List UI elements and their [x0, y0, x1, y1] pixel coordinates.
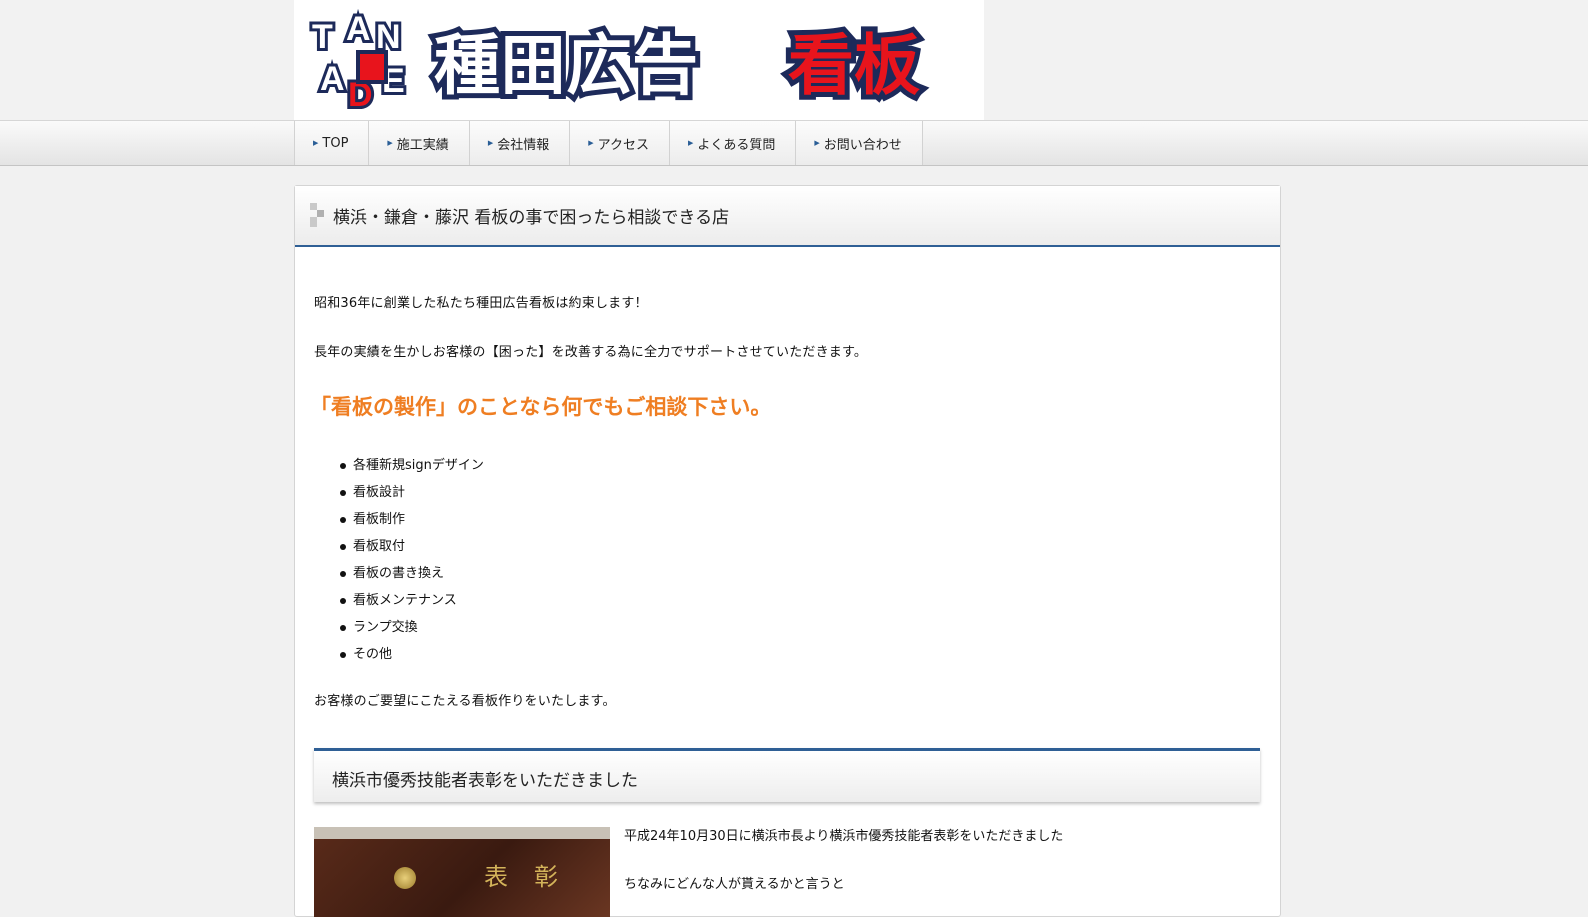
nav-item-works[interactable]: ▶ 施工実績	[369, 121, 470, 165]
nav-item-top[interactable]: ▶ TOP	[295, 121, 370, 165]
award-text-2: ちなみにどんな人が貰えるかと言うと	[624, 877, 845, 892]
triangle-right-icon: ▶	[588, 139, 594, 147]
logo-graphic: T A N A D E 種田広告 看板	[309, 7, 925, 117]
main-content: 横浜・鎌倉・藤沢 看板の事で困ったら相談できる店 昭和36年に創業した私たち種田…	[294, 185, 1281, 917]
main-heading-bar: 横浜・鎌倉・藤沢 看板の事で困ったら相談できる店	[295, 186, 1280, 247]
bullet-icon	[340, 652, 346, 658]
nav-item-company[interactable]: ▶ 会社情報	[469, 121, 571, 165]
logo-letter-t: T	[312, 18, 333, 56]
list-item: 看板の書き換え	[340, 560, 484, 587]
bullet-icon	[340, 598, 346, 604]
award-plate-text: 表彰	[484, 863, 584, 891]
nav-item-label: アクセス	[597, 137, 649, 153]
list-item: 看板取付	[340, 533, 484, 560]
bullet-icon	[340, 490, 346, 496]
list-item: その他	[340, 641, 484, 668]
list-item: 看板メンテナンス	[340, 587, 484, 614]
catch-copy: 「看板の製作」のことなら何でもご相談下さい。	[310, 395, 772, 419]
intro-text-2: 長年の実績を生かしお客様の【困った】を改善する為に全力でサポートさせていただきま…	[314, 345, 868, 360]
closing-text: お客様のご要望にこたえる看板作りをいたします。	[314, 694, 616, 709]
list-item: 看板制作	[340, 506, 484, 533]
nav-item-contact[interactable]: ▶ お問い合わせ	[796, 121, 923, 165]
global-nav: ▶ TOP ▶ 施工実績 ▶ 会社情報 ▶ アクセス ▶ よくある質問 ▶ お問い合わせ	[294, 121, 1281, 165]
logo-name-red: 看板	[788, 27, 920, 104]
page-title: 横浜・鎌倉・藤沢 看板の事で困ったら相談できる店	[333, 208, 730, 228]
bullet-icon	[340, 625, 346, 631]
list-item: 看板設計	[340, 479, 484, 506]
nav-item-access[interactable]: ▶ アクセス	[570, 121, 670, 165]
award-heading-bar: 横浜市優秀技能者表彰をいただきました	[314, 748, 1260, 802]
list-item: ランプ交換	[340, 614, 484, 641]
bullet-icon	[340, 544, 346, 550]
list-item: 各種新規signデザイン	[340, 452, 484, 479]
logo-name-black: 種田広告	[434, 27, 698, 104]
triangle-right-icon: ▶	[814, 139, 820, 147]
nav-item-label: 会社情報	[497, 137, 550, 153]
header: T A N A D E 種田広告 看板	[0, 0, 1588, 120]
triangle-right-icon: ▶	[687, 139, 694, 147]
global-nav-bar: ▶ TOP ▶ 施工実績 ▶ 会社情報 ▶ アクセス ▶ よくある質問 ▶ お問い合わせ	[0, 120, 1588, 166]
nav-item-label: TOP	[322, 135, 349, 151]
logo-letter-a: A	[346, 10, 371, 48]
triangle-right-icon: ▶	[487, 139, 494, 147]
service-list: 各種新規signデザイン 看板設計 看板制作 看板取付 看板の書き換え 看板メン…	[340, 452, 484, 668]
award-text-1: 平成24年10月30日に横浜市長より横浜市優秀技能者表彰をいただきました	[624, 829, 1064, 844]
triangle-right-icon: ▶	[387, 139, 393, 147]
nav-item-label: 施工実績	[396, 137, 449, 153]
emblem-icon	[394, 867, 416, 889]
nav-item-label: お問い合わせ	[823, 137, 902, 153]
award-heading: 横浜市優秀技能者表彰をいただきました	[332, 771, 638, 791]
bullet-icon	[340, 571, 346, 577]
intro-text-1: 昭和36年に創業した私たち種田広告看板は約束します！	[314, 296, 648, 311]
bullet-icon	[340, 517, 346, 523]
nav-item-label: よくある質問	[697, 137, 776, 153]
award-photo: 表彰	[314, 827, 610, 917]
site-logo[interactable]: T A N A D E 種田広告 看板	[294, 0, 984, 120]
nav-item-faq[interactable]: ▶ よくある質問	[669, 121, 797, 165]
triangle-right-icon: ▶	[313, 139, 319, 147]
logo-letter-a2: A	[320, 60, 345, 98]
heading-block-icon	[310, 203, 326, 227]
bullet-icon	[340, 463, 346, 469]
